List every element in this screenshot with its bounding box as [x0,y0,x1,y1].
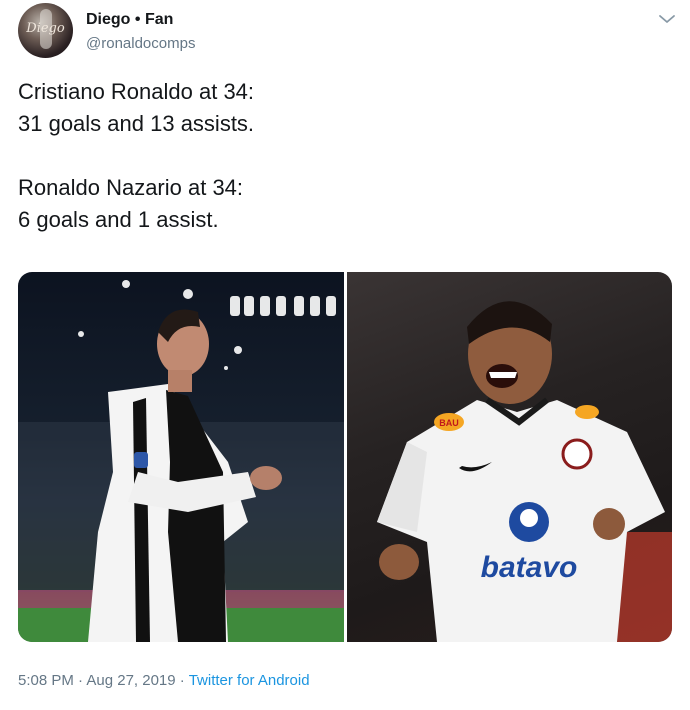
tweet-line: Ronaldo Nazario at 34: [18,175,244,200]
tweet-line: 6 goals and 1 assist. [18,207,219,232]
source-link[interactable]: Twitter for Android [189,672,310,689]
tweet-header: Diego Diego • Fan @ronaldocomps [18,3,678,59]
photo-right-illustration: batavo BAU [377,301,672,642]
user-handle[interactable]: @ronaldocomps [86,35,195,52]
photo-cristiano-ronaldo[interactable] [18,272,344,642]
tweet-line: 31 goals and 13 assists. [18,111,255,136]
photo-ronaldo-nazario[interactable]: batavo BAU [347,272,672,642]
photo-left-illustration [18,280,344,642]
sponsor-batavo: batavo [481,551,578,584]
display-name[interactable]: Diego • Fan [86,11,173,29]
chevron-down-icon[interactable] [656,11,678,27]
avatar-signature: Diego [26,21,65,36]
tweet-line: Cristiano Ronaldo at 34: [18,79,255,104]
tweet-text: Cristiano Ronaldo at 34: 31 goals and 13… [18,76,658,236]
timestamp[interactable]: 5:08 PM · Aug 27, 2019 · [18,672,185,689]
avatar[interactable]: Diego [18,3,73,58]
tweet-footer: 5:08 PM · Aug 27, 2019 · Twitter for And… [18,672,310,689]
media-grid: batavo BAU [18,272,672,642]
badge-bau: BAU [439,418,459,428]
